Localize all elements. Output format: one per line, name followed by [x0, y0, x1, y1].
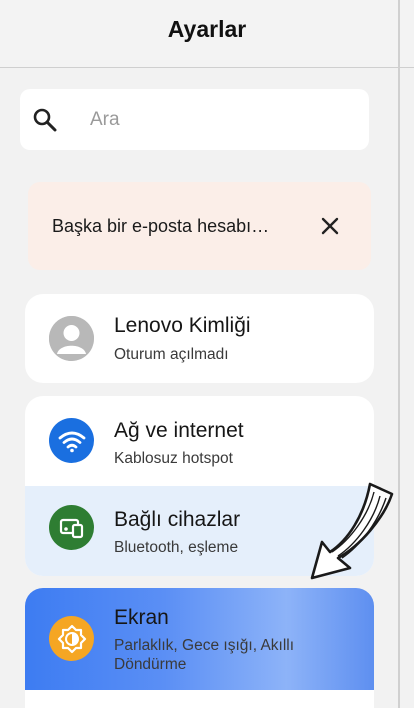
settings-item-subtitle: Oturum açılmadı — [114, 346, 229, 363]
settings-item-title: Ağ ve internet — [114, 419, 244, 442]
divider — [398, 0, 400, 708]
settings-item-subtitle: Bluetooth, eşleme — [114, 539, 239, 556]
connected-devices-icon — [49, 505, 94, 550]
close-icon[interactable] — [319, 215, 341, 237]
brightness-icon — [49, 616, 94, 661]
banner-text[interactable]: Başka bir e-posta hesabı… — [52, 216, 269, 237]
settings-item-subtitle-line2: Döndürme — [114, 656, 187, 673]
search-placeholder[interactable]: Ara — [90, 109, 120, 131]
wifi-icon — [49, 418, 94, 463]
settings-item-title: Lenovo Kimliği — [114, 314, 251, 337]
settings-item-subtitle-line1: Parlaklık, Gece ışığı, Akıllı — [114, 637, 295, 654]
page-title: Ayarlar — [167, 16, 247, 42]
app-header: Ayarlar — [0, 0, 414, 68]
add-account-banner[interactable]: Başka bir e-posta hesabı… — [28, 182, 371, 270]
settings-item-lenovo-id[interactable]: Lenovo Kimliği Oturum açılmadı — [25, 294, 374, 383]
next-item-edge — [25, 690, 374, 708]
settings-item-network[interactable]: Ağ ve internet Kablosuz hotspot — [25, 396, 374, 486]
settings-item-title: Ekran — [114, 606, 169, 629]
settings-item-display[interactable]: Ekran Parlaklık, Gece ışığı, Akıllı Dönd… — [25, 588, 374, 690]
settings-item-title: Bağlı cihazlar — [114, 508, 241, 531]
search-box[interactable]: Ara — [20, 89, 369, 150]
avatar-icon — [49, 316, 94, 361]
pointer-arrow-icon — [310, 482, 394, 580]
settings-item-subtitle: Kablosuz hotspot — [114, 450, 233, 467]
search-icon — [33, 108, 57, 132]
